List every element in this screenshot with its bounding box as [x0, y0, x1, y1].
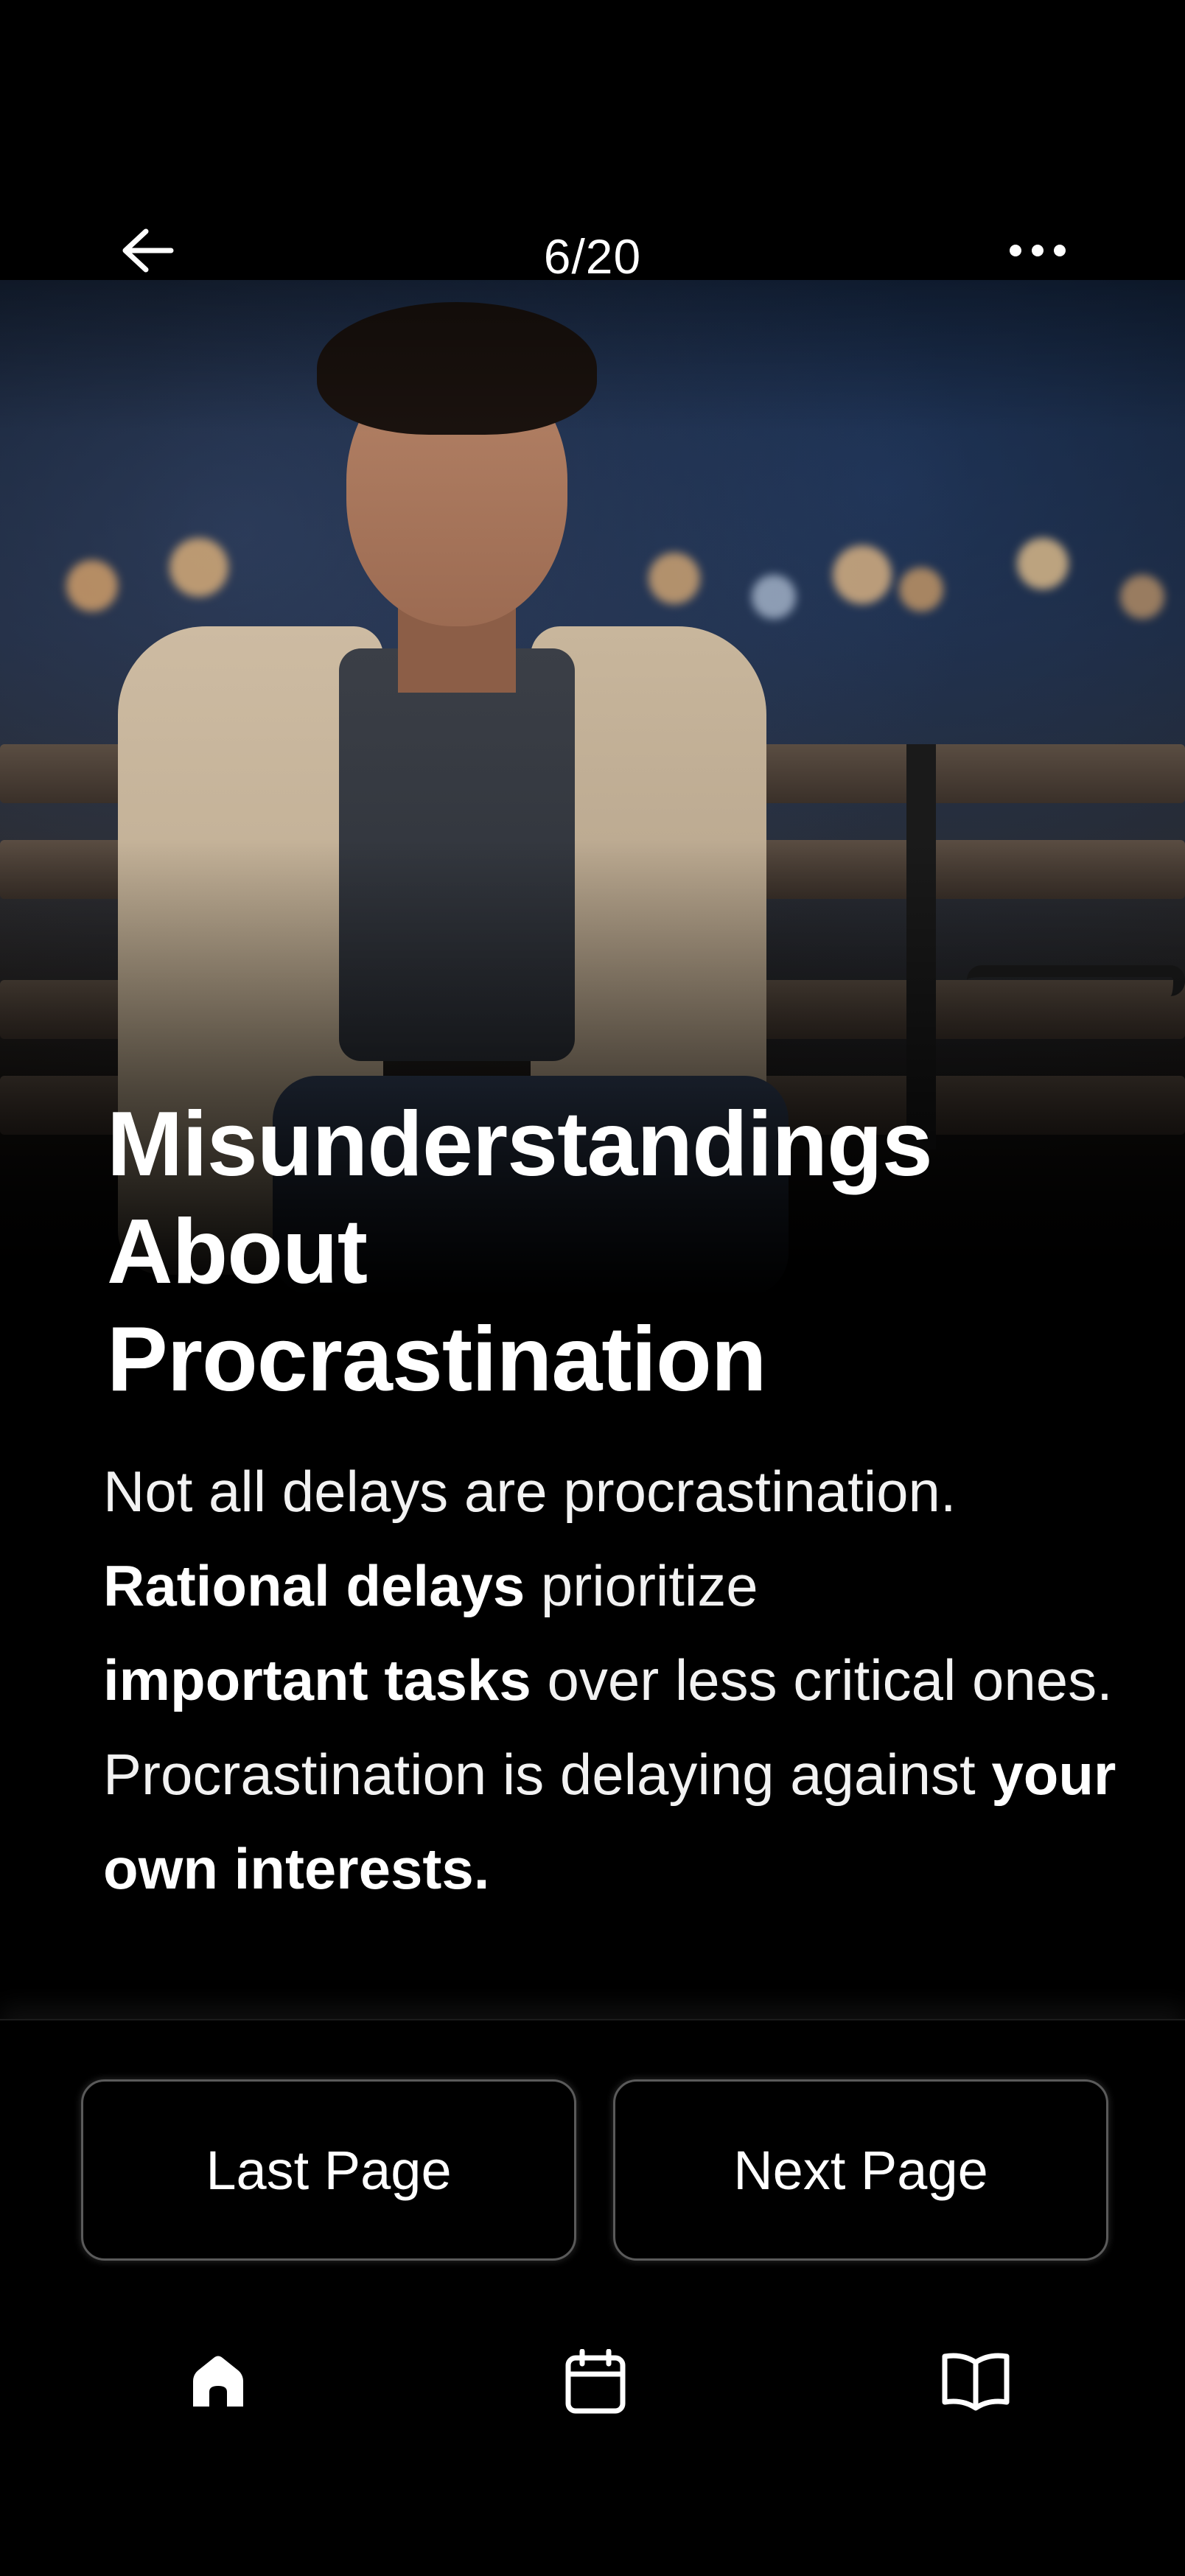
- title-line: Procrastination: [107, 1309, 767, 1410]
- calendar-icon: [565, 2349, 626, 2414]
- title-line: Misunderstandings: [107, 1093, 933, 1195]
- body-text: prioritize: [525, 1553, 758, 1618]
- body-emphasis: Rational delays: [103, 1553, 525, 1618]
- tab-library[interactable]: [931, 2337, 1020, 2426]
- title-line: About: [107, 1201, 368, 1303]
- page-title: Misunderstandings About Procrastination: [107, 1091, 1124, 1413]
- home-icon: [193, 2356, 243, 2407]
- more-options-button[interactable]: [1001, 221, 1074, 280]
- tab-calendar[interactable]: [551, 2337, 640, 2426]
- tab-home[interactable]: [174, 2337, 262, 2426]
- body-paragraph: Not all delays are procrastination. Ratio…: [103, 1444, 1120, 1916]
- top-bar: 6/20: [0, 206, 1185, 295]
- body-text: Not all delays are procrastination.: [103, 1459, 957, 1524]
- body-emphasis: important tasks: [103, 1648, 531, 1712]
- lesson-screen: 6/20 Misunderstandings About Procrastina…: [0, 0, 1185, 2576]
- more-horizontal-icon: [1010, 245, 1066, 256]
- next-page-button[interactable]: Next Page: [613, 2079, 1108, 2261]
- last-page-button[interactable]: Last Page: [81, 2079, 576, 2261]
- book-open-icon: [942, 2353, 1010, 2411]
- bottom-panel: Last Page Next Page: [0, 2019, 1185, 2576]
- tab-bar: [0, 2315, 1185, 2448]
